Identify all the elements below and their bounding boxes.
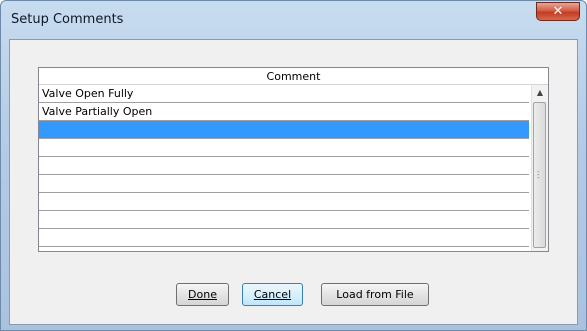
- comment-column-label: Comment: [266, 70, 321, 83]
- comment-cell: Valve Open Fully: [42, 87, 134, 100]
- table-row[interactable]: [39, 211, 529, 229]
- table-row[interactable]: [39, 229, 529, 247]
- window-title: Setup Comments: [11, 12, 124, 27]
- vertical-scrollbar[interactable]: ▲ ---: [531, 85, 548, 251]
- dialog-window: Setup Comments ✕ Comment Valve Open Full…: [0, 0, 587, 331]
- title-bar[interactable]: Setup Comments ✕: [1, 1, 586, 39]
- close-button[interactable]: ✕: [536, 2, 580, 21]
- close-icon: ✕: [552, 4, 564, 19]
- comments-grid[interactable]: Comment Valve Open Fully Valve Partially …: [38, 67, 549, 252]
- scroll-thumb[interactable]: ---: [533, 102, 546, 248]
- cancel-button[interactable]: Cancel: [242, 283, 303, 306]
- table-row[interactable]: Valve Open Fully: [39, 85, 529, 103]
- grid-rows: Valve Open Fully Valve Partially Open: [39, 85, 529, 251]
- dialog-body: Comment Valve Open Fully Valve Partially …: [9, 39, 578, 325]
- grip-icon: ---: [537, 168, 540, 182]
- done-button[interactable]: Done: [176, 283, 229, 306]
- table-row[interactable]: [39, 193, 529, 211]
- grid-column-header[interactable]: Comment: [39, 68, 548, 85]
- scroll-up-arrow-icon[interactable]: ▲: [532, 85, 548, 101]
- table-row[interactable]: [39, 175, 529, 193]
- done-label: Done: [188, 288, 217, 301]
- comment-cell: Valve Partially Open: [42, 105, 153, 118]
- table-row[interactable]: [39, 139, 529, 157]
- load-from-file-label: Load from File: [336, 288, 414, 301]
- table-row[interactable]: [39, 157, 529, 175]
- table-row[interactable]: Valve Partially Open: [39, 103, 529, 121]
- table-row[interactable]: [39, 121, 529, 139]
- cancel-label: Cancel: [253, 288, 292, 301]
- load-from-file-button[interactable]: Load from File: [321, 283, 429, 306]
